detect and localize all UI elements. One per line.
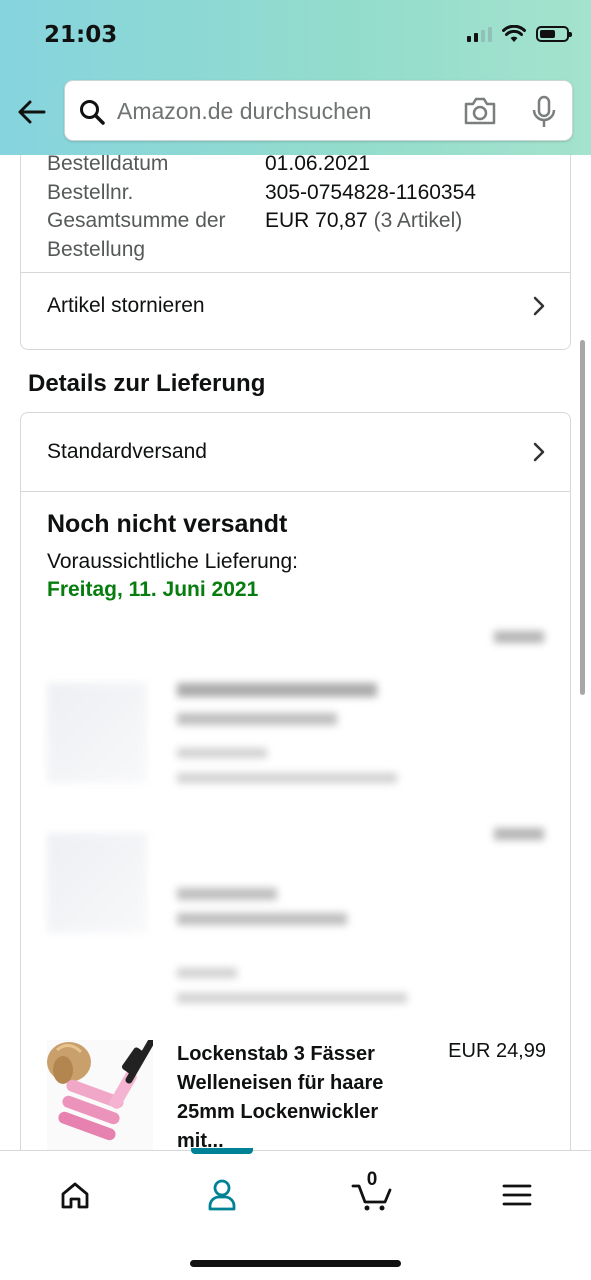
scrollbar[interactable] — [580, 340, 585, 695]
order-number-value: 305-0754828-1160354 — [265, 181, 476, 204]
expected-delivery-date: Freitag, 11. Juni 2021 — [47, 578, 259, 601]
redacted-text — [177, 713, 337, 725]
order-summary-card: Bestelldatum 01.06.2021 Bestellnr. 305-0… — [20, 155, 571, 350]
app-header: 21:03 — [0, 0, 591, 155]
redacted-text — [177, 748, 267, 758]
chevron-right-icon — [533, 442, 545, 462]
nav-cart[interactable]: 0 — [342, 1169, 402, 1215]
product-thumbnail — [47, 833, 147, 933]
home-icon — [61, 1182, 89, 1209]
shipment-status-title: Noch nicht versandt — [47, 510, 288, 538]
order-total-label-line1: Gesamtsumme der — [47, 209, 226, 232]
home-indicator[interactable] — [190, 1260, 401, 1267]
nav-home[interactable] — [45, 1175, 105, 1215]
product-item[interactable]: Lockenstab 3 Fässer Welleneisen für haar… — [21, 1040, 570, 1150]
redacted-text — [177, 968, 237, 978]
cancel-items-label: Artikel stornieren — [47, 294, 205, 317]
status-time: 21:03 — [44, 22, 118, 48]
order-number-label: Bestellnr. — [47, 181, 134, 204]
active-tab-indicator — [191, 1148, 253, 1154]
search-bar[interactable] — [64, 80, 573, 141]
product-title[interactable]: Lockenstab 3 Fässer Welleneisen für haar… — [177, 1040, 427, 1150]
redacted-text — [177, 913, 347, 925]
delivery-section-title: Details zur Lieferung — [28, 370, 266, 397]
order-total-value: EUR 70,87 (3 Artikel) — [265, 206, 462, 235]
redacted-text — [177, 993, 407, 1003]
camera-icon[interactable] — [463, 96, 497, 126]
back-arrow-icon[interactable] — [16, 96, 48, 128]
order-date-value: 01.06.2021 — [265, 155, 371, 175]
search-icon — [80, 100, 105, 125]
nav-account[interactable] — [192, 1175, 252, 1215]
redacted-product-item — [21, 623, 570, 813]
hamburger-menu-icon — [502, 1184, 532, 1206]
wifi-icon — [502, 25, 526, 42]
microphone-icon[interactable] — [531, 95, 557, 129]
cancel-items-link[interactable]: Artikel stornieren — [21, 273, 570, 339]
shipping-method-link[interactable]: Standardversand — [21, 413, 570, 491]
chevron-right-icon — [533, 296, 545, 316]
expected-delivery-label: Voraussichtliche Lieferung: — [47, 550, 298, 573]
redacted-text — [177, 888, 277, 900]
divider — [21, 491, 570, 492]
product-price: EUR 24,99 — [448, 1040, 546, 1062]
nav-menu[interactable] — [487, 1175, 547, 1215]
redacted-price — [494, 631, 544, 643]
delivery-card: Standardversand Noch nicht versandt Vora… — [20, 412, 571, 1150]
cellular-signal-icon — [467, 26, 492, 42]
order-date-label: Bestelldatum — [47, 155, 169, 175]
cart-count: 0 — [366, 1169, 378, 1190]
redacted-price — [494, 828, 544, 840]
product-image-curling-iron[interactable] — [47, 1040, 153, 1150]
battery-icon — [536, 26, 572, 42]
status-icons — [467, 25, 572, 43]
shipping-method-label: Standardversand — [47, 440, 207, 463]
redacted-text — [177, 773, 397, 783]
redacted-product-item — [21, 818, 570, 1018]
redacted-text — [177, 683, 377, 697]
order-total-items: (3 Artikel) — [373, 209, 463, 232]
search-input[interactable] — [117, 93, 447, 129]
person-icon — [208, 1179, 236, 1211]
order-total-label: Gesamtsumme der Bestellung — [47, 206, 226, 264]
order-total-amount: EUR 70,87 — [265, 209, 368, 232]
order-details-content: Bestelldatum 01.06.2021 Bestellnr. 305-0… — [0, 155, 591, 1150]
order-total-label-line2: Bestellung — [47, 238, 146, 261]
product-thumbnail — [47, 683, 147, 783]
